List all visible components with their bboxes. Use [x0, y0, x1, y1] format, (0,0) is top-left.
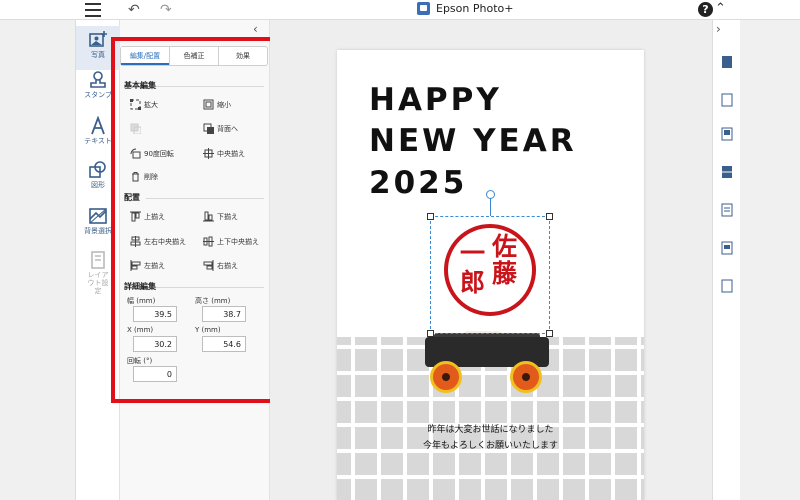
resize-handle-bottom-right[interactable]: [546, 330, 553, 337]
greeting-line-3: 2025: [369, 165, 468, 201]
page-text-icon[interactable]: [721, 202, 733, 217]
app-title-area: Epson Photo+: [417, 2, 513, 15]
stamp-icon: [88, 70, 108, 90]
photo-add-icon: [88, 30, 108, 50]
page-photo-icon[interactable]: [721, 240, 733, 255]
top-bar: [0, 0, 800, 20]
cart-wheel-left: [430, 361, 462, 393]
app-logo-icon: [417, 2, 430, 15]
undo-icon[interactable]: ↶: [128, 2, 140, 18]
left-gutter: [0, 20, 76, 500]
greeting-line-1: HAPPY: [369, 82, 502, 118]
message-line-2: 今年もよろしくお願いいたします: [422, 441, 558, 451]
chevron-up-icon[interactable]: ⌃: [715, 1, 726, 16]
page-blank-icon[interactable]: [721, 92, 733, 107]
page-grid-icon[interactable]: [721, 164, 733, 178]
greeting-line-2: NEW YEAR: [369, 123, 577, 159]
right-gutter: [740, 20, 800, 500]
page-thumbnail-icon[interactable]: [721, 54, 733, 68]
chevron-right-icon[interactable]: ›: [716, 22, 721, 36]
app-title: Epson Photo+: [436, 2, 514, 15]
resize-handle-bottom-left[interactable]: [427, 330, 434, 337]
menu-icon[interactable]: [85, 3, 101, 17]
rotate-handle-line: [490, 197, 491, 216]
rail-label-layout: レイアウト設定: [87, 271, 109, 295]
redo-icon[interactable]: ↷: [160, 2, 172, 18]
resize-handle-top-left[interactable]: [427, 213, 434, 220]
page-outline-icon[interactable]: [721, 278, 733, 293]
help-icon[interactable]: ?: [698, 2, 713, 17]
message-line-1: 昨年は大変お世話になりました: [427, 425, 554, 435]
collapse-panel-icon[interactable]: ‹: [253, 22, 258, 36]
resize-handle-top-right[interactable]: [546, 213, 553, 220]
page-layout-icon[interactable]: [721, 126, 733, 141]
rotate-handle[interactable]: [486, 190, 495, 199]
layout-icon: [88, 250, 108, 270]
shape-icon: [88, 160, 108, 180]
right-rail: [712, 20, 740, 500]
background-icon: [88, 206, 108, 226]
selection-box: [430, 216, 550, 334]
cart-wheel-right: [510, 361, 542, 393]
text-icon: [88, 115, 108, 136]
